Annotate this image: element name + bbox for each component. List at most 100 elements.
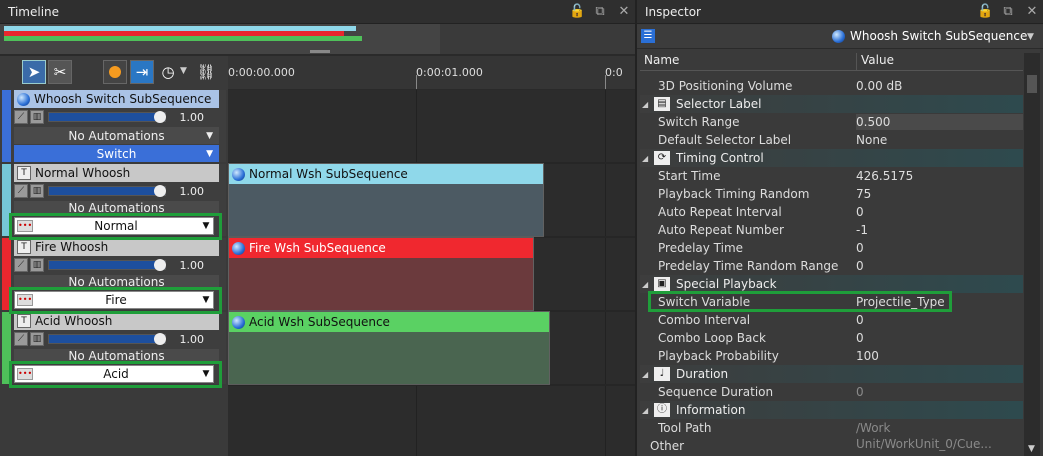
clip-normal[interactable]: Normal Wsh SubSequence	[228, 163, 544, 237]
volume-slider[interactable]	[48, 185, 166, 197]
property-name: Default Selector Label	[658, 133, 792, 147]
track-name[interactable]: T Fire Whoosh	[14, 238, 219, 256]
automations-dropdown[interactable]: No Automations	[14, 349, 219, 361]
property-value[interactable]: 426.5175	[856, 168, 1023, 184]
category-information[interactable]: ◢ ⓘ Information	[640, 401, 1023, 419]
chevron-down-icon[interactable]: ▼	[180, 66, 187, 76]
property-value[interactable]: 0.500	[856, 114, 1023, 130]
property-row[interactable]: Predelay Time Random Range 0	[640, 257, 1023, 275]
close-icon[interactable]: ✕	[617, 4, 631, 19]
timeline-lanes[interactable]: Normal Wsh SubSequence Fire Wsh SubSeque…	[228, 90, 635, 456]
volume-knob[interactable]	[154, 111, 166, 123]
mute-icon[interactable]: ▥	[30, 184, 44, 198]
timeline-overview[interactable]	[0, 24, 440, 54]
volume-slider[interactable]	[48, 333, 166, 345]
category-duration[interactable]: ◢ ♩ Duration	[640, 365, 1023, 383]
property-row[interactable]: Sequence Duration 0	[640, 383, 1023, 401]
close-icon[interactable]: ✕	[1025, 4, 1039, 19]
jump-icon[interactable]: ⇥	[130, 60, 154, 84]
popout-icon[interactable]: ⧉	[593, 4, 607, 19]
collapse-icon[interactable]: ◢	[640, 406, 652, 415]
property-value[interactable]: -1	[856, 222, 1023, 238]
object-selector[interactable]: ☰ Whoosh Switch SubSequence ▼	[637, 25, 1043, 49]
property-name: Combo Interval	[658, 313, 751, 327]
property-value[interactable]: 0	[856, 204, 1023, 220]
scissors-tool-icon[interactable]: ✂	[48, 60, 72, 84]
property-value[interactable]: /Work Unit/WorkUnit_0/Cue...	[856, 420, 1023, 451]
property-value[interactable]: 0.00 dB	[856, 78, 1023, 94]
automations-dropdown[interactable]: No Automations	[14, 275, 219, 287]
envelope-icon[interactable]: ⟋	[14, 332, 28, 346]
automations-dropdown[interactable]: No Automations	[14, 201, 219, 213]
category-label: Duration	[676, 367, 729, 381]
volume-knob[interactable]	[154, 185, 166, 197]
popout-icon[interactable]: ⧉	[1001, 4, 1015, 19]
collapse-icon[interactable]: ◢	[640, 280, 652, 289]
collapse-icon[interactable]: ◢	[640, 100, 652, 109]
property-value[interactable]: None	[856, 132, 1023, 148]
volume-slider[interactable]	[48, 111, 166, 123]
clip-fire[interactable]: Fire Wsh SubSequence	[228, 237, 534, 311]
property-value[interactable]	[856, 438, 1023, 454]
overview-scroll-grip[interactable]	[310, 50, 330, 53]
property-row[interactable]: Start Time 426.5175	[640, 167, 1023, 185]
category-timing-control[interactable]: ◢ ⟳ Timing Control	[640, 149, 1023, 167]
property-value[interactable]: 0	[856, 330, 1023, 346]
envelope-icon[interactable]: ⟋	[14, 258, 28, 272]
property-row[interactable]: Combo Interval 0	[640, 311, 1023, 329]
volume-value: 1.00	[179, 184, 205, 198]
lock-icon[interactable]: 🔓	[977, 4, 993, 19]
property-value[interactable]: 0	[856, 312, 1023, 328]
volume-knob[interactable]	[154, 333, 166, 345]
property-row[interactable]: 3D Positioning Volume 0.00 dB	[640, 77, 1023, 95]
scroll-down-icon[interactable]: ▼	[1028, 444, 1035, 454]
selector-icon: ▤	[654, 97, 670, 111]
track-name[interactable]: T Acid Whoosh	[14, 312, 219, 330]
property-name: Combo Loop Back	[658, 331, 766, 345]
envelope-icon[interactable]: ⟋	[14, 110, 28, 124]
mute-icon[interactable]: ▥	[30, 258, 44, 272]
record-icon[interactable]	[103, 60, 127, 84]
collapse-icon[interactable]: ◢	[640, 154, 652, 163]
volume-slider[interactable]	[48, 259, 166, 271]
property-row[interactable]: Auto Repeat Interval 0	[640, 203, 1023, 221]
timeline-ruler[interactable]: 0:00:00.000 0:00:01.000 0:0	[228, 56, 635, 90]
clip-acid[interactable]: Acid Wsh SubSequence	[228, 311, 550, 385]
pointer-tool-icon[interactable]: ➤	[22, 60, 46, 84]
mute-icon[interactable]: ▥	[30, 110, 44, 124]
scrollbar-thumb[interactable]	[1027, 75, 1037, 93]
automations-dropdown[interactable]: No Automations ▼	[14, 127, 219, 144]
chevron-down-icon[interactable]: ▼	[1027, 32, 1034, 42]
property-row[interactable]: Combo Loop Back 0	[640, 329, 1023, 347]
lock-icon[interactable]: 🔓	[569, 4, 585, 19]
link-icon[interactable]: ⛓	[194, 60, 218, 84]
category-selector-label[interactable]: ◢ ▤ Selector Label	[640, 95, 1023, 113]
track-name[interactable]: T Normal Whoosh	[14, 164, 219, 182]
property-row[interactable]: Other	[640, 437, 1023, 455]
property-row[interactable]: Playback Timing Random 75	[640, 185, 1023, 203]
list-icon[interactable]: ☰	[641, 29, 655, 43]
property-value[interactable]: 0	[856, 384, 1023, 400]
property-row[interactable]: Playback Probability 100	[640, 347, 1023, 365]
mute-icon[interactable]: ▥	[30, 332, 44, 346]
property-row[interactable]: Tool Path/Work Unit/WorkUnit_0/Cue...	[640, 419, 1023, 451]
property-value[interactable]: 0	[856, 258, 1023, 274]
clock-icon[interactable]: ◷	[156, 60, 180, 84]
collapse-icon[interactable]: ◢	[640, 370, 652, 379]
property-row[interactable]: Predelay Time 0	[640, 239, 1023, 257]
timing-icon: ⟳	[654, 151, 670, 165]
track-header-switch[interactable]: Whoosh Switch SubSequence ⟋ ▥ 1.00 No Aut…	[0, 90, 226, 162]
property-value[interactable]: 100	[856, 348, 1023, 364]
volume-knob[interactable]	[154, 259, 166, 271]
overview-bar-acid	[4, 36, 362, 41]
property-row[interactable]: Default Selector Label None	[640, 131, 1023, 149]
envelope-icon[interactable]: ⟋	[14, 184, 28, 198]
property-row[interactable]: Auto Repeat Number -1	[640, 221, 1023, 239]
property-value[interactable]: 0	[856, 240, 1023, 256]
track-name[interactable]: Whoosh Switch SubSequence	[14, 90, 219, 108]
switch-mode-dropdown[interactable]: Switch ▼	[14, 145, 219, 162]
inspector-scrollbar[interactable]: ▼	[1024, 53, 1040, 456]
property-value[interactable]: 75	[856, 186, 1023, 202]
property-name: Playback Timing Random	[658, 187, 810, 201]
property-row[interactable]: Switch Range 0.500	[640, 113, 1023, 131]
